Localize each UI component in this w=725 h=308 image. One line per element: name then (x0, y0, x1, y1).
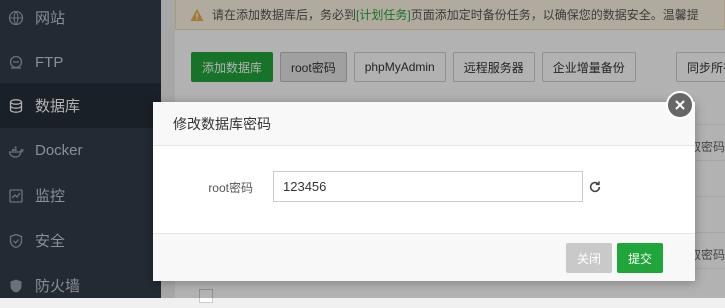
root-password-input[interactable] (273, 171, 583, 202)
close-button[interactable]: 关闭 (566, 243, 612, 273)
dialog-title: 修改数据库密码 (173, 115, 271, 132)
submit-button[interactable]: 提交 (617, 243, 663, 273)
dialog-footer: 关闭 提交 (153, 233, 695, 281)
close-icon[interactable] (666, 91, 694, 119)
change-password-dialog: 修改数据库密码 root密码 关闭 提交 (153, 102, 695, 281)
refresh-icon[interactable] (587, 179, 603, 195)
root-password-row: root密码 (153, 171, 695, 203)
dialog-header: 修改数据库密码 (153, 102, 695, 146)
root-password-label: root密码 (208, 180, 253, 195)
